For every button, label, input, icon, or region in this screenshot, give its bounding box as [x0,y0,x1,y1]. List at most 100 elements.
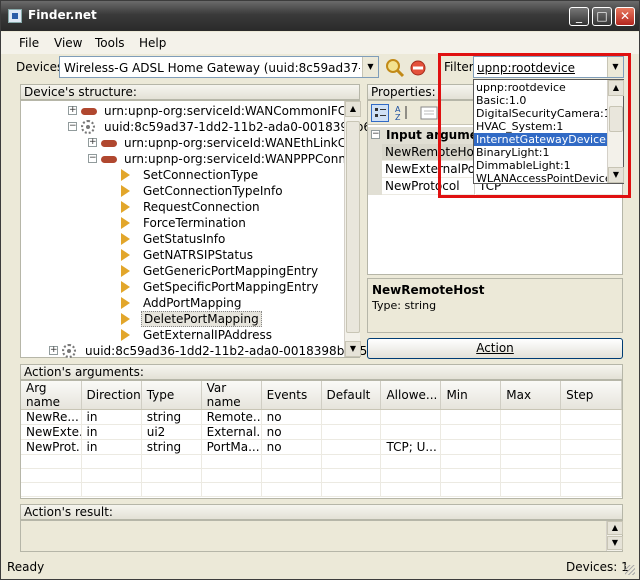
search-icon[interactable] [385,58,405,78]
app-icon [8,9,22,23]
table-cell: ui2 [141,424,202,440]
table-row[interactable]: NewProt...instringPortMa...no TCP; U... [21,439,622,455]
tree-item-action[interactable]: GetNATRSIPStatus [141,247,255,263]
arguments-table[interactable]: Arg name Direction Type Var name Events Defau… [21,381,622,497]
property-description: NewRemoteHost Type: string [367,278,623,333]
arguments-table-panel[interactable]: Arg name Direction Type Var name Events Defau… [20,380,623,499]
menu-help[interactable]: Help [139,36,166,50]
menu-view[interactable]: View [54,36,82,50]
table-cell [500,454,562,469]
resize-grip[interactable] [625,565,635,575]
tree-item-action[interactable]: SetConnectionType [141,167,260,183]
column-header[interactable]: Allowe... [380,381,442,410]
tree-item-action[interactable]: ForceTermination [141,215,248,231]
table-cell [440,409,502,425]
table-row[interactable] [21,468,622,483]
table-cell [201,454,262,469]
column-header[interactable]: Arg name [21,381,82,410]
table-cell [21,468,82,483]
table-cell [380,454,442,469]
column-header[interactable]: Direction [81,381,142,410]
column-header[interactable]: Type [141,381,202,410]
arguments-header-row: Arg name Direction Type Var name Events Defau… [21,381,622,410]
table-cell [500,439,562,455]
tree-item-action[interactable]: GetStatusInfo [141,231,227,247]
table-row[interactable] [21,454,622,469]
scroll-up-button[interactable]: ▲ [345,101,361,117]
column-header[interactable]: Min [440,381,502,410]
result-header: Action's result: [20,504,623,520]
title-bar[interactable]: Finder.net _ □ ✕ [1,1,639,31]
table-cell [500,409,562,425]
devices-combo-value: Wireless-G ADSL Home Gateway (uuid:8c59a… [64,61,360,75]
table-cell: External... [201,424,262,440]
tree-item-action[interactable]: AddPortMapping [141,295,244,311]
table-cell [201,468,262,483]
table-cell: Remote... [201,409,262,425]
column-header[interactable]: Var name [201,381,262,410]
table-row[interactable]: NewExte...inui2External...no [21,424,622,440]
tree-scrollbar[interactable]: ▲ ▼ [344,101,361,357]
table-row[interactable]: NewRe... in string Remote... no [21,409,622,425]
close-button[interactable]: ✕ [615,7,635,26]
tree-item-action[interactable]: DeletePortMapping [141,311,262,327]
table-cell [21,454,82,469]
scroll-down-button[interactable]: ▼ [607,536,623,550]
scroll-up-button[interactable]: ▲ [607,521,623,535]
maximize-button[interactable]: □ [592,7,612,26]
collapse-icon[interactable]: − [371,130,380,139]
minimize-button[interactable]: _ [569,7,589,26]
menu-tools[interactable]: Tools [95,36,125,50]
expand-icon[interactable]: + [49,346,58,355]
table-cell [261,454,322,469]
expand-icon[interactable]: + [88,138,97,147]
table-row[interactable] [21,482,622,497]
action-icon [121,329,130,341]
expand-icon[interactable]: + [68,106,77,115]
collapse-icon[interactable]: − [68,122,77,131]
tree-item-node[interactable]: uuid:8c59ad36-1dd2-11b2-ada0-0018398b675… [83,343,377,359]
table-cell: no [261,409,322,425]
table-cell [560,439,622,455]
device-structure-tree[interactable]: + urn:upnp-org:serviceId:WANCommonIFC1 − uu… [20,100,394,358]
table-cell: NewExte... [21,424,82,440]
chevron-down-icon[interactable]: ▼ [362,57,378,77]
tree-item-node[interactable]: urn:upnp-org:serviceId:WANEthLinkC1 [122,135,356,151]
tree-item-node[interactable]: urn:upnp-org:serviceId:WANCommonIFC1 [102,103,356,119]
devices-combo[interactable]: Wireless-G ADSL Home Gateway (uuid:8c59a… [59,56,379,78]
table-cell [81,482,142,497]
tree-item-action[interactable]: GetConnectionTypeInfo [141,183,285,199]
table-cell [560,409,622,425]
scroll-down-button[interactable]: ▼ [345,341,361,357]
tree-item-action[interactable]: GetGenericPortMappingEntry [141,263,320,279]
table-cell [321,424,382,440]
tree-item-action[interactable]: GetSpecificPortMappingEntry [141,279,320,295]
table-cell: no [261,424,322,440]
stop-icon[interactable] [409,59,427,77]
collapse-icon[interactable]: − [88,154,97,163]
column-header[interactable]: Default [321,381,382,410]
scroll-thumb[interactable] [346,121,360,333]
action-button[interactable]: Action [367,338,623,359]
table-cell [500,482,562,497]
tree-item-action[interactable]: RequestConnection [141,199,262,215]
table-cell: no [261,439,322,455]
column-header[interactable]: Step [560,381,622,410]
result-scrollbar[interactable]: ▲ ▼ [606,521,623,551]
table-cell: NewRe... [21,409,82,425]
column-header[interactable]: Events [261,381,322,410]
device-icon [62,344,76,358]
tree-item-node[interactable]: urn:upnp-org:serviceId:WANPPPConn1 [122,151,356,167]
sort-alphabetical-icon[interactable]: A Z [393,104,411,122]
action-icon [121,313,130,325]
main-window: Finder.net _ □ ✕ File View Tools Help De… [0,0,640,580]
column-header[interactable]: Max [500,381,562,410]
table-cell [321,409,382,425]
table-cell [440,424,502,440]
menu-file[interactable]: File [19,36,39,50]
property-pages-icon[interactable] [420,105,440,121]
table-cell [261,468,322,483]
tree-item-action[interactable]: GetExternalIPAddress [141,327,274,343]
categorized-icon[interactable] [371,104,389,122]
result-area[interactable]: ▲ ▼ [20,520,623,552]
